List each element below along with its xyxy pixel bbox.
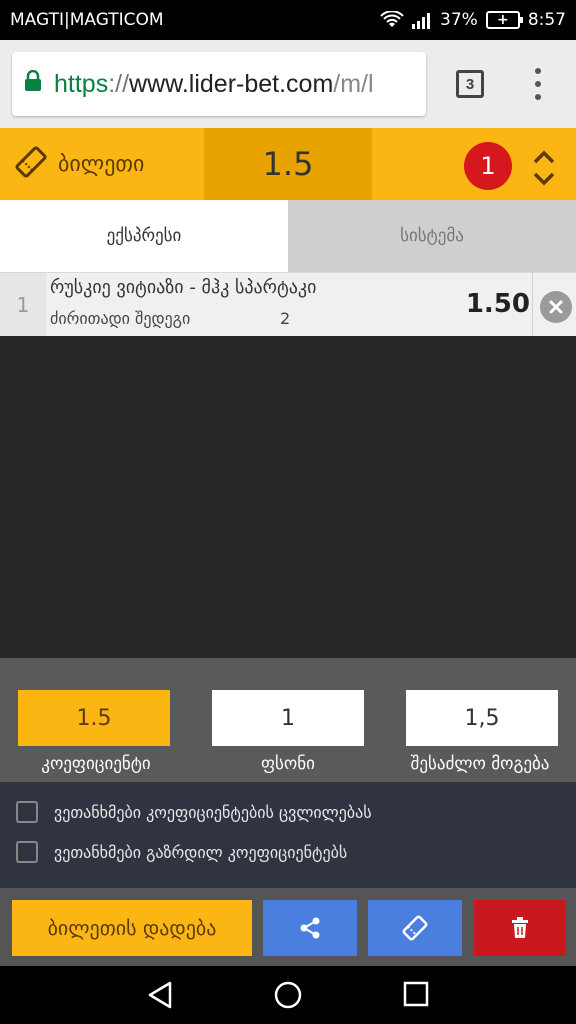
ticket-icon [14, 145, 48, 183]
share-icon [300, 917, 320, 939]
ticket-icon [402, 915, 428, 941]
bet-match-name: რუსკიე ვიტიაზი - მჰკ სპარტაკი [50, 277, 317, 298]
system-nav-bar [0, 966, 576, 1024]
delete-ticket-button[interactable] [474, 900, 566, 956]
home-icon[interactable] [273, 980, 303, 1010]
ticket-options: ვეთანხმები კოეფიციენტების ცვლილებას ვეთა… [0, 782, 576, 888]
accept-odds-change-label: ვეთანხმები კოეფიციენტების ცვლილებას [54, 802, 372, 822]
stake-label: ფსონი [261, 754, 315, 774]
status-bar: MAGTI|MAGTICOM 37% + 8:57 [0, 0, 576, 40]
accept-odds-change-option[interactable]: ვეთანხმები კოეფიციენტების ცვლილებას [16, 800, 372, 824]
battery-icon: + [485, 11, 523, 29]
summary-odds-value: 1.5 [18, 690, 170, 746]
bets-empty-area [0, 336, 576, 658]
ticket-summary: 1.5 1 1,5 კოეფიციენტი ფსონი შესაძლო მოგე… [0, 658, 576, 782]
possible-win-label: შესაძლო მოგება [410, 754, 550, 774]
bet-pick: 2 [280, 309, 291, 328]
url-host: www.lider-bet.com [129, 69, 334, 98]
address-bar[interactable]: https://www.lider-bet.com/m/l [12, 52, 426, 116]
remove-bet-button[interactable] [540, 291, 572, 323]
clock: 8:57 [527, 10, 566, 30]
bet-row: 1 რუსკიე ვიტიაზი - მჰკ სპარტაკი ძირითადი… [0, 272, 576, 337]
expand-collapse-icon[interactable] [532, 148, 556, 192]
stake-input[interactable]: 1 [212, 690, 364, 746]
bet-count-badge: 1 [464, 142, 512, 190]
bet-index: 1 [0, 273, 46, 337]
carrier-name: MAGTI|MAGTICOM [10, 10, 164, 30]
signal-icon [412, 11, 432, 29]
share-button[interactable] [263, 900, 357, 956]
tab-express[interactable]: ექსპრესი [0, 200, 288, 272]
save-ticket-button[interactable] [368, 900, 462, 956]
recents-icon[interactable] [402, 980, 430, 1008]
tab-switcher-button[interactable]: 3 [456, 70, 484, 98]
wifi-icon [380, 11, 404, 29]
trash-icon [512, 917, 528, 938]
close-icon [549, 300, 563, 314]
possible-win-value: 1,5 [406, 690, 558, 746]
summary-odds-label: კოეფიციენტი [41, 754, 151, 774]
tab-system[interactable]: სისტემა [288, 200, 576, 272]
browser-toolbar: https://www.lider-bet.com/m/l 3 [0, 40, 576, 128]
battery-percent: 37% [440, 10, 478, 30]
back-icon[interactable] [146, 980, 174, 1010]
accept-odds-change-checkbox[interactable] [16, 801, 38, 823]
action-bar: ბილეთის დადება [0, 888, 576, 966]
row-divider [532, 272, 533, 336]
ticket-total-odds: 1.5 [204, 128, 372, 200]
browser-menu-icon[interactable] [530, 68, 546, 100]
place-bet-button[interactable]: ბილეთის დადება [12, 900, 252, 956]
lock-icon [24, 69, 42, 99]
url-path: /m/l [333, 69, 374, 98]
url-scheme: https [54, 69, 109, 98]
accept-increased-odds-label: ვეთანხმები გაზრდილ კოეფიციენტებს [54, 842, 348, 862]
ticket-title: ბილეთი [58, 151, 145, 177]
accept-increased-odds-option[interactable]: ვეთანხმები გაზრდილ კოეფიციენტებს [16, 840, 347, 864]
bet-market: ძირითადი შედეგი [50, 309, 191, 328]
accept-increased-odds-checkbox[interactable] [16, 841, 38, 863]
url-separator: :// [108, 69, 130, 98]
bet-odds: 1.50 [465, 289, 530, 319]
